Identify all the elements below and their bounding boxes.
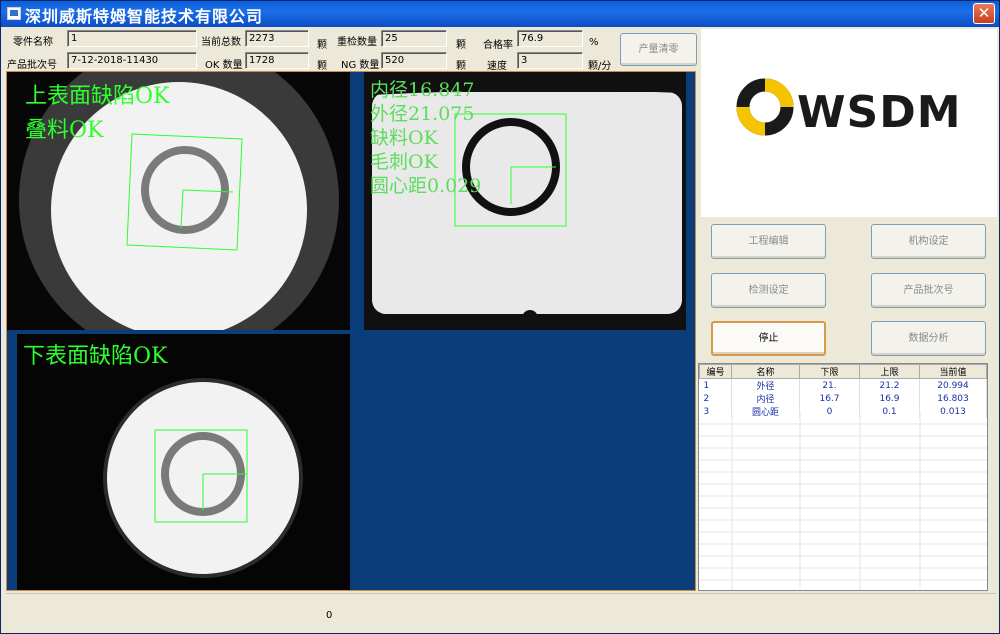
- ok-label: OK 数量: [205, 60, 243, 71]
- top-surface-camera: 上表面缺陷OK 叠料OK: [7, 72, 350, 330]
- app-icon: [7, 7, 21, 20]
- ng-label: NG 数量: [341, 60, 380, 71]
- burr-text: 毛刺OK: [370, 151, 438, 173]
- part-name-field[interactable]: 1: [67, 30, 197, 47]
- cell-lower: 21.: [799, 378, 860, 392]
- cell-id: 1: [699, 378, 732, 392]
- stack-status: 叠料OK: [25, 118, 104, 143]
- logo-panel: WSDM: [701, 29, 997, 217]
- ok-unit: 颗: [317, 61, 327, 72]
- cell-id: 2: [699, 392, 732, 405]
- pass-unit: %: [589, 37, 599, 48]
- table-grid-lines: [699, 412, 987, 590]
- bottom-surface-camera: 下表面缺陷OK: [17, 334, 350, 590]
- status-value: 0: [326, 610, 333, 621]
- col-current: 当前值: [919, 364, 987, 379]
- cell-name: 内径: [731, 392, 800, 405]
- cell-lower: 16.7: [799, 392, 860, 405]
- col-id: 编号: [699, 364, 732, 379]
- measurement-table: 编号 名称 下限 上限 当前值 1 外径 21. 21.2 20.994 2 内: [698, 363, 988, 591]
- speed-field: 3: [517, 52, 583, 69]
- stop-button[interactable]: 停止: [711, 321, 826, 356]
- pass-label: 合格率: [483, 40, 513, 51]
- batch-field[interactable]: 7-12-2018-11430: [67, 52, 197, 69]
- close-button[interactable]: ✕: [973, 3, 995, 24]
- bottom-defect-status: 下表面缺陷OK: [23, 344, 168, 369]
- logo-text: WSDM: [797, 87, 962, 138]
- title-bar: 深圳威斯特姆智能技术有限公司 ✕: [1, 1, 999, 27]
- col-lower: 下限: [799, 364, 860, 379]
- speed-unit: 颗/分: [588, 61, 612, 72]
- batch-number-button[interactable]: 产品批次号: [871, 273, 986, 308]
- total-label: 当前总数: [201, 37, 241, 48]
- ok-field: 1728: [245, 52, 309, 69]
- part-name-label: 零件名称: [13, 37, 53, 48]
- table-header: 编号 名称 下限 上限 当前值: [699, 364, 987, 379]
- data-analysis-button[interactable]: 数据分析: [871, 321, 986, 356]
- total-unit: 颗: [317, 40, 327, 51]
- recheck-label: 重检数量: [337, 37, 377, 48]
- col-upper: 上限: [859, 364, 920, 379]
- table-row[interactable]: 2 内径 16.7 16.9 16.803: [699, 392, 987, 405]
- recheck-field: 25: [381, 30, 447, 47]
- total-field: 2273: [245, 30, 309, 47]
- cell-upper: 16.9: [859, 392, 920, 405]
- top-surface-image: [19, 72, 339, 330]
- inner-diameter-text: 内径16.847: [370, 79, 475, 101]
- main-window: 深圳威斯特姆智能技术有限公司 ✕ 零件名称 1 产品批次号 7-12-2018-…: [0, 0, 1000, 634]
- side-measurements: 内径16.847 外径21.075 缺料OK 毛刺OK 圆心距0.029: [370, 78, 481, 198]
- top-defect-status: 上表面缺陷OK: [25, 84, 170, 109]
- status-bar: 0: [6, 593, 996, 631]
- speed-label: 速度: [487, 61, 507, 72]
- outer-diameter-text: 外径21.075: [370, 103, 475, 125]
- cell-upper: 21.2: [859, 378, 920, 392]
- recheck-unit: 颗: [456, 40, 466, 51]
- table-row[interactable]: 1 外径 21. 21.2 20.994: [699, 378, 987, 392]
- pass-field: 76.9: [517, 30, 583, 47]
- missing-material-text: 缺料OK: [370, 127, 438, 149]
- col-name: 名称: [731, 364, 800, 379]
- cell-name: 外径: [731, 378, 800, 392]
- cell-current: 16.803: [919, 392, 987, 405]
- mechanism-settings-button[interactable]: 机构设定: [871, 224, 986, 259]
- window-title: 深圳威斯特姆智能技术有限公司: [25, 7, 264, 26]
- ng-unit: 颗: [456, 61, 466, 72]
- logo-ring-icon: [736, 78, 794, 136]
- cell-current: 20.994: [919, 378, 987, 392]
- center-distance-text: 圆心距0.029: [370, 175, 482, 197]
- bottom-surface-image: [103, 378, 303, 578]
- camera-view-area: 上表面缺陷OK 叠料OK 内径16.847 外径21.075 缺料OK 毛刺OK…: [6, 71, 696, 591]
- batch-label: 产品批次号: [7, 60, 57, 71]
- side-camera: 内径16.847 外径21.075 缺料OK 毛刺OK 圆心距0.029: [364, 72, 686, 330]
- project-edit-button[interactable]: 工程编辑: [711, 224, 826, 259]
- ng-field: 520: [381, 52, 447, 69]
- clear-count-button[interactable]: 产量清零: [620, 33, 697, 66]
- detection-settings-button[interactable]: 检测设定: [711, 273, 826, 308]
